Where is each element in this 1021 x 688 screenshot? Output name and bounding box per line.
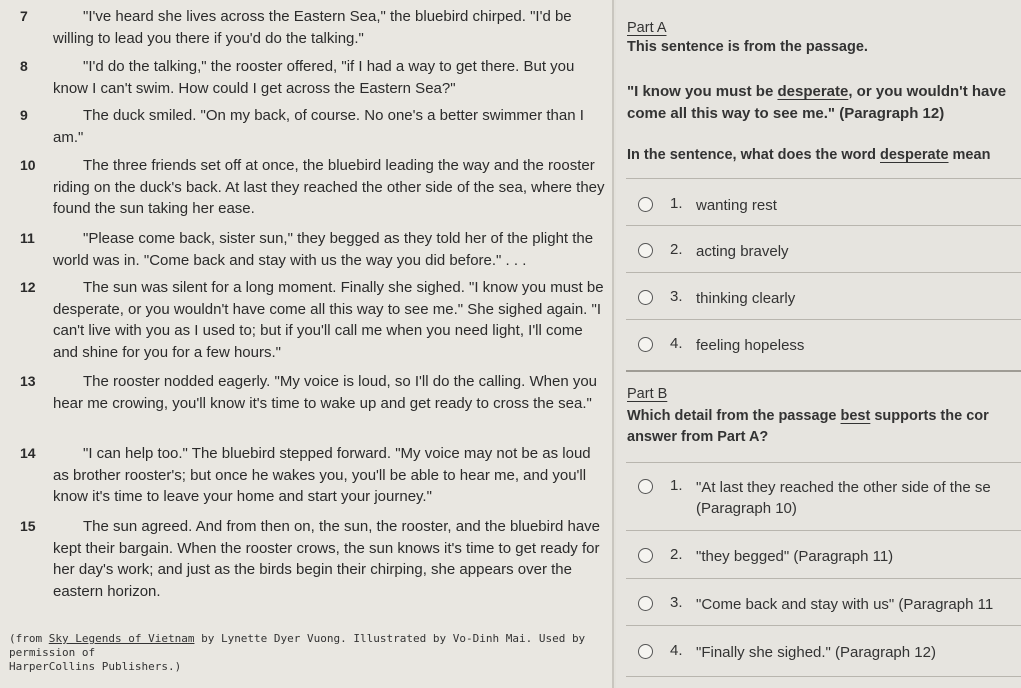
quote-line1-start: "I know you must be <box>627 83 778 100</box>
paragraph-number: 9 <box>20 107 28 123</box>
paragraph-text: The rooster nodded eagerly. "My voice is… <box>53 373 598 412</box>
quote-target-word: desperate <box>777 83 849 100</box>
part-a-quote: "I know you must be desperate, or you wo… <box>627 81 1006 124</box>
paragraph-11: 11 "Please come back, sister sun," they … <box>0 228 612 271</box>
part-a-question: In the sentence, what does the word desp… <box>627 147 990 163</box>
paragraph-15: 15 The sun agreed. And from then on, the… <box>0 516 612 602</box>
part-a-title: Part A <box>627 20 667 36</box>
part-b-question: Which detail from the passage best suppo… <box>627 408 989 424</box>
divider <box>626 462 1021 463</box>
part-b-question-line2: answer from Part A? <box>627 429 769 445</box>
question-end: supports the cor <box>870 408 989 424</box>
option-label: acting bravely <box>696 243 789 260</box>
paragraph-14: 14 "I can help too." The bluebird steppe… <box>0 443 612 508</box>
option-number: 2. <box>670 241 683 258</box>
option-label: "At last they reached the other side of … <box>696 479 991 496</box>
radio-button[interactable] <box>638 644 653 659</box>
question-key-word: best <box>840 408 871 424</box>
question-start: In the sentence, what does the word <box>627 147 880 163</box>
credit-prefix: (from <box>9 632 49 645</box>
paragraph-text: The duck smiled. "On my back, of course.… <box>53 107 584 146</box>
option-label: wanting rest <box>696 197 777 214</box>
paragraph-9: 9 The duck smiled. "On my back, of cours… <box>0 105 612 148</box>
radio-button[interactable] <box>638 290 653 305</box>
option-label: feeling hopeless <box>696 337 805 354</box>
quote-line2: come all this way to see me." (Paragraph… <box>627 104 945 122</box>
question-end: mean <box>948 147 991 163</box>
option-number: 1. <box>670 477 683 494</box>
divider <box>626 676 1021 677</box>
option-label: "Finally she sighed." (Paragraph 12) <box>696 644 936 661</box>
divider <box>626 578 1021 579</box>
paragraph-number: 8 <box>20 58 28 74</box>
paragraph-text: "I can help too." The bluebird stepped f… <box>53 445 591 505</box>
option-number: 4. <box>670 335 683 352</box>
radio-button[interactable] <box>638 548 653 563</box>
divider <box>626 319 1021 320</box>
quote-line1-end: , or you wouldn't have <box>848 83 1007 100</box>
part-a-intro: This sentence is from the passage. <box>627 39 868 55</box>
option-label: "Come back and stay with us" (Paragraph … <box>696 596 994 613</box>
paragraph-number: 14 <box>20 445 36 461</box>
passage-pane: 7 "I've heard she lives across the Easte… <box>0 0 614 688</box>
paragraph-number: 13 <box>20 373 36 389</box>
source-credit: (from Sky Legends of Vietnam by Lynette … <box>9 632 609 674</box>
part-b-title: Part B <box>627 386 668 402</box>
option-number: 2. <box>670 546 683 563</box>
question-target-word: desperate <box>880 147 949 163</box>
divider <box>626 625 1021 626</box>
paragraph-number: 11 <box>20 230 35 246</box>
radio-button[interactable] <box>638 337 653 352</box>
paragraph-text: The sun agreed. And from then on, the su… <box>53 518 601 600</box>
paragraph-13: 13 The rooster nodded eagerly. "My voice… <box>0 371 612 414</box>
option-number: 4. <box>670 642 683 659</box>
divider <box>626 178 1021 179</box>
paragraph-text: The three friends set off at once, the b… <box>53 157 605 217</box>
section-divider <box>626 370 1021 372</box>
option-number: 1. <box>670 195 683 212</box>
paragraph-number: 10 <box>20 157 36 173</box>
question-start: Which detail from the passage <box>627 408 841 424</box>
paragraph-number: 15 <box>20 518 36 534</box>
paragraph-7: 7 "I've heard she lives across the Easte… <box>0 6 612 49</box>
paragraph-10: 10 The three friends set off at once, th… <box>0 155 612 220</box>
radio-button[interactable] <box>638 596 653 611</box>
credit-book-title: Sky Legends of Vietnam <box>48 632 195 645</box>
credit-publisher: HarperCollins Publishers.) <box>9 660 182 673</box>
divider <box>626 225 1021 226</box>
option-label: "they begged" (Paragraph 11) <box>696 548 894 565</box>
paragraph-number: 12 <box>20 279 36 295</box>
question-pane: Part A This sentence is from the passage… <box>616 0 1021 688</box>
divider <box>626 530 1021 531</box>
option-label-line2: (Paragraph 10) <box>696 500 797 517</box>
option-number: 3. <box>670 288 683 305</box>
radio-button[interactable] <box>638 479 653 494</box>
option-label: thinking clearly <box>696 290 796 307</box>
radio-button[interactable] <box>638 197 653 212</box>
paragraph-text: "Please come back, sister sun," they beg… <box>53 230 594 269</box>
paragraph-12: 12 The sun was silent for a long moment.… <box>0 277 612 363</box>
paragraph-8: 8 "I'd do the talking," the rooster offe… <box>0 56 612 99</box>
option-number: 3. <box>670 594 683 611</box>
paragraph-number: 7 <box>20 8 28 24</box>
paragraph-text: "I've heard she lives across the Eastern… <box>53 8 572 47</box>
divider <box>626 272 1021 273</box>
paragraph-text: "I'd do the talking," the rooster offere… <box>53 58 575 97</box>
paragraph-text: The sun was silent for a long moment. Fi… <box>53 279 604 361</box>
radio-button[interactable] <box>638 243 653 258</box>
